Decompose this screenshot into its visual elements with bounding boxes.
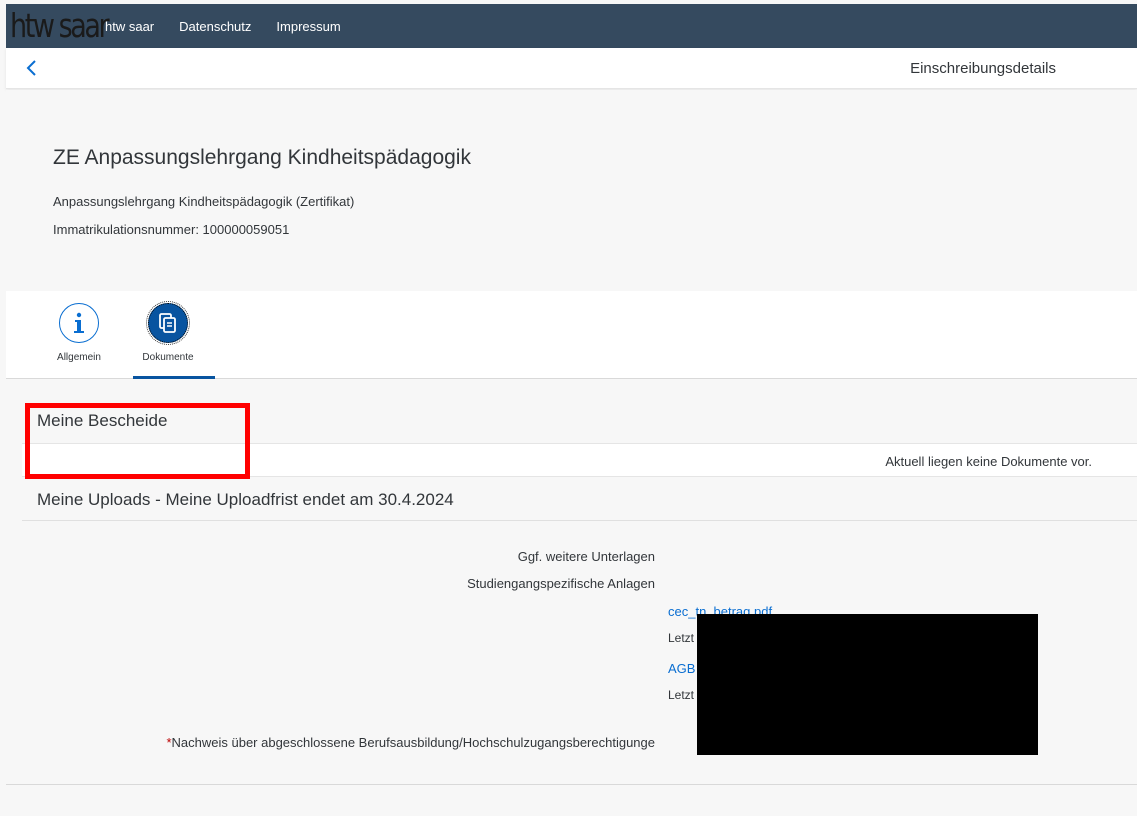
nav-link-datenschutz[interactable]: Datenschutz xyxy=(179,19,251,34)
redaction-box xyxy=(697,614,1038,755)
highlight-annotation xyxy=(25,403,250,479)
icon-tab-bar: Allgemein Dokumente xyxy=(6,291,1137,379)
label-weitere-unterlagen: Ggf. weitere Unterlagen xyxy=(517,549,655,564)
nav-link-impressum[interactable]: Impressum xyxy=(276,19,340,34)
section-title-uploads: Meine Uploads - Meine Uploadfrist endet … xyxy=(37,490,454,509)
program-title: ZE Anpassungslehrgang Kindheitspädagogik xyxy=(53,146,471,169)
object-header: ZE Anpassungslehrgang Kindheitspädagogik… xyxy=(6,90,1137,291)
top-nav: htw saar Datenschutz Impressum xyxy=(105,19,366,34)
shell-bar: htw saar htw saar Datenschutz Impressum xyxy=(6,4,1137,48)
page-title: Einschreibungsdetails xyxy=(910,60,1056,77)
back-button[interactable] xyxy=(22,57,42,79)
no-documents-text: Aktuell liegen keine Dokumente vor. xyxy=(885,454,1092,469)
htw-saar-logo[interactable]: htw saar xyxy=(10,4,110,48)
section-divider xyxy=(22,520,1137,521)
tab-label-dokumente: Dokumente xyxy=(142,352,194,363)
nav-link-htw-saar[interactable]: htw saar xyxy=(105,19,154,34)
page-subheader: Einschreibungsdetails xyxy=(6,48,1137,89)
label-nachweis-text: Nachweis über abgeschlossene Berufsausbi… xyxy=(171,735,655,750)
documents-icon xyxy=(146,301,190,345)
tab-allgemein[interactable]: Allgemein xyxy=(39,303,119,363)
chevron-left-icon xyxy=(26,60,36,76)
tab-label-allgemein: Allgemein xyxy=(57,352,101,363)
file-meta-1: Letzt xyxy=(668,631,695,645)
label-nachweis: *Nachweis über abgeschlossene Berufsausb… xyxy=(166,735,655,750)
tab-dokumente[interactable]: Dokumente xyxy=(127,301,209,363)
file-link-agb[interactable]: AGB xyxy=(668,661,695,676)
label-studiengang-anlagen: Studiengangspezifische Anlagen xyxy=(467,576,655,591)
program-subtitle: Anpassungslehrgang Kindheitspädagogik (Z… xyxy=(53,194,355,209)
file-meta-2: Letzt xyxy=(668,688,695,702)
bottom-divider xyxy=(6,784,1137,785)
info-icon xyxy=(59,303,99,343)
matriculation-number: Immatrikulationsnummer: 100000059051 xyxy=(53,222,290,237)
selected-tab-indicator xyxy=(133,376,215,379)
